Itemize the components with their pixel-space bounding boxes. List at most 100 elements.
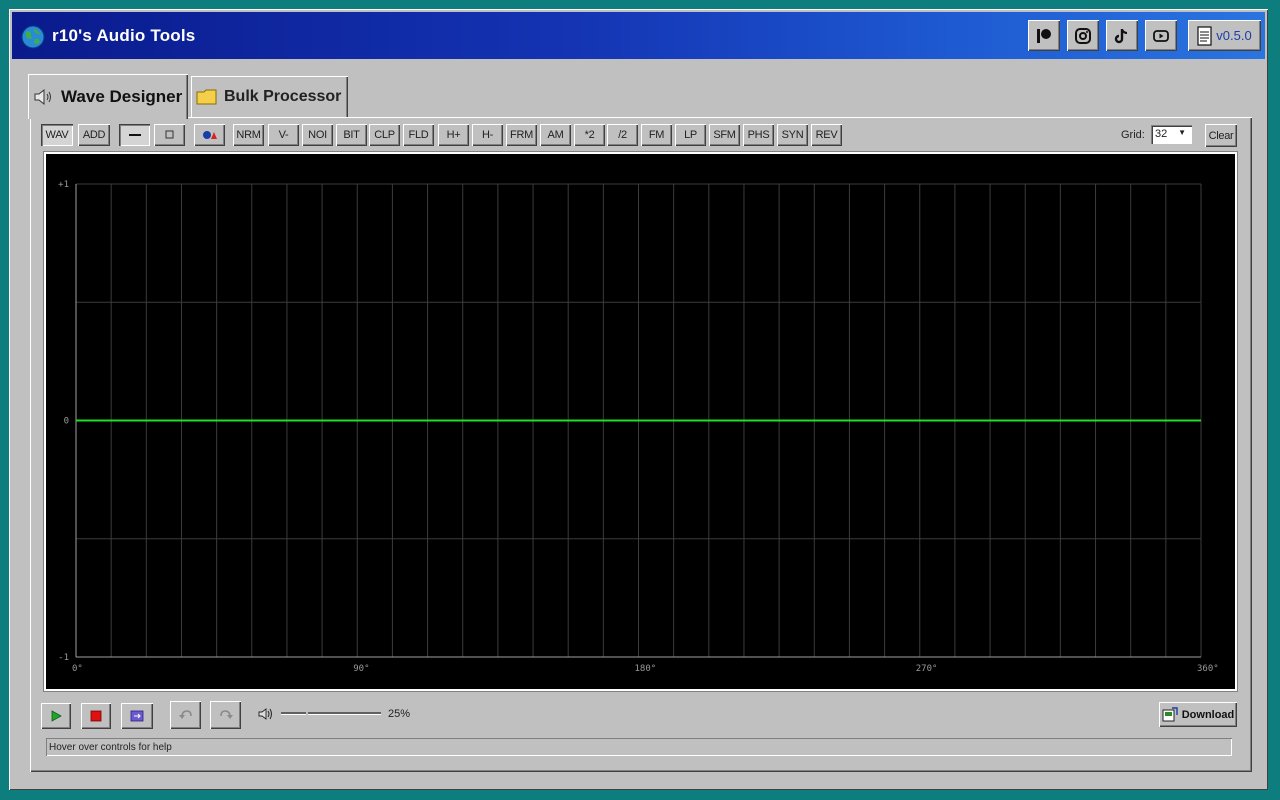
status-text: Hover over controls for help — [49, 742, 172, 753]
patreon-icon — [1037, 28, 1051, 43]
x-axis-label: 180° — [635, 664, 657, 674]
wav-mode-button[interactable]: WAV — [41, 124, 73, 146]
grid-select[interactable]: 32 ▼ — [1151, 125, 1192, 144]
clear-button[interactable]: Clear — [1205, 124, 1237, 147]
button-label: V- — [278, 129, 289, 141]
button-label: CLP — [374, 129, 395, 141]
title-bar: r10's Audio Tools v0.5.0 — [12, 12, 1265, 59]
button-label: SFM — [713, 129, 736, 141]
op-button-x2[interactable]: /2 — [607, 124, 638, 146]
tab-wave-designer[interactable]: Wave Designer — [28, 74, 188, 119]
version-button[interactable]: v0.5.0 — [1188, 20, 1261, 51]
x-axis-label: 360° — [1197, 664, 1219, 674]
app-title: r10's Audio Tools — [52, 26, 196, 45]
button-label: BIT — [343, 129, 360, 141]
volume-slider[interactable] — [281, 706, 381, 720]
shapes-icon — [202, 131, 217, 139]
youtube-icon — [1153, 29, 1169, 42]
button-label: FRM — [510, 129, 533, 141]
button-label: *2 — [584, 129, 595, 141]
download-button[interactable]: Download — [1159, 702, 1237, 727]
button-label: WAV — [45, 129, 69, 141]
button-label: H- — [481, 129, 493, 141]
line-tool-icon — [128, 134, 141, 136]
speaker-icon — [34, 88, 51, 105]
button-label: Clear — [1208, 129, 1234, 142]
op-button-vx[interactable]: V- — [268, 124, 299, 146]
instagram-icon — [1075, 27, 1091, 44]
tiktok-button[interactable] — [1106, 20, 1138, 51]
globe-icon — [21, 25, 45, 49]
op-button-sfm[interactable]: SFM — [709, 124, 740, 146]
op-button-fld[interactable]: FLD — [403, 124, 434, 146]
redo-icon — [219, 710, 233, 719]
grid-label: Grid: — [1121, 129, 1145, 141]
op-button-bit[interactable]: BIT — [336, 124, 367, 146]
redo-button[interactable] — [210, 701, 241, 729]
op-button-noi[interactable]: NOI — [302, 124, 333, 146]
op-button-hx[interactable]: H- — [472, 124, 503, 146]
app-window: r10's Audio Tools v0.5.0 Wave Designer B… — [9, 9, 1268, 790]
op-button-am[interactable]: AM — [540, 124, 571, 146]
notepad-icon — [1197, 25, 1212, 46]
button-label: FLD — [408, 129, 429, 141]
folder-icon — [196, 89, 217, 104]
volume-track — [281, 712, 381, 714]
patreon-button[interactable] — [1028, 20, 1060, 51]
tab-bulk-processor[interactable]: Bulk Processor — [191, 76, 348, 117]
op-button-x2[interactable]: *2 — [574, 124, 605, 146]
shapes-tool-button[interactable] — [194, 124, 225, 146]
button-label: PHS — [747, 129, 770, 141]
wave-canvas-frame: +1 0 -1 0° 90° 180° 270° 360° — [43, 151, 1238, 692]
button-label: REV — [815, 129, 838, 141]
op-button-syn[interactable]: SYN — [777, 124, 808, 146]
button-label: /2 — [618, 129, 627, 141]
download-label: Download — [1181, 708, 1235, 721]
stop-icon — [90, 710, 102, 722]
status-bar: Hover over controls for help — [46, 738, 1232, 756]
op-button-fm[interactable]: FM — [641, 124, 672, 146]
download-icon — [1162, 706, 1178, 721]
x-axis-label: 270° — [916, 664, 938, 674]
y-label-top: +1 — [58, 180, 69, 190]
wave-canvas[interactable]: +1 0 -1 0° 90° 180° 270° 360° — [46, 154, 1235, 689]
op-button-hx[interactable]: H+ — [438, 124, 469, 146]
tab-label: Wave Designer — [61, 86, 183, 106]
line-tool-button[interactable] — [119, 124, 150, 146]
loop-button[interactable] — [121, 703, 153, 729]
button-label: ADD — [82, 129, 106, 141]
op-button-rev[interactable]: REV — [811, 124, 842, 146]
y-label-mid: 0 — [64, 417, 69, 427]
instagram-button[interactable] — [1067, 20, 1099, 51]
volume-icon — [258, 708, 272, 720]
box-tool-button[interactable] — [154, 124, 185, 146]
tiktok-icon — [1114, 28, 1128, 43]
undo-button[interactable] — [170, 701, 201, 729]
box-tool-icon — [165, 130, 173, 139]
x-axis-label: 0° — [72, 664, 83, 674]
play-button[interactable] — [41, 703, 71, 729]
button-label: NRM — [236, 129, 261, 141]
button-label: H+ — [446, 129, 461, 141]
tab-label: Bulk Processor — [224, 87, 342, 105]
youtube-button[interactable] — [1145, 20, 1177, 51]
y-label-bottom: -1 — [58, 653, 69, 663]
button-label: NOI — [308, 129, 327, 141]
op-button-clp[interactable]: CLP — [369, 124, 400, 146]
chevron-down-icon: ▼ — [1178, 128, 1186, 137]
volume-thumb[interactable] — [305, 707, 308, 719]
add-mode-button[interactable]: ADD — [78, 124, 110, 146]
button-label: AM — [547, 129, 564, 141]
x-axis-label: 90° — [353, 664, 369, 674]
undo-icon — [178, 710, 192, 719]
button-label: FM — [648, 129, 665, 141]
grid-value: 32 — [1155, 128, 1168, 140]
op-button-phs[interactable]: PHS — [743, 124, 774, 146]
stop-button[interactable] — [81, 703, 111, 729]
version-label: v0.5.0 — [1216, 28, 1252, 43]
op-button-lp[interactable]: LP — [675, 124, 706, 146]
volume-value: 25% — [388, 708, 411, 720]
op-button-frm[interactable]: FRM — [506, 124, 537, 146]
loop-icon — [130, 710, 144, 722]
op-button-nrm[interactable]: NRM — [233, 124, 264, 146]
